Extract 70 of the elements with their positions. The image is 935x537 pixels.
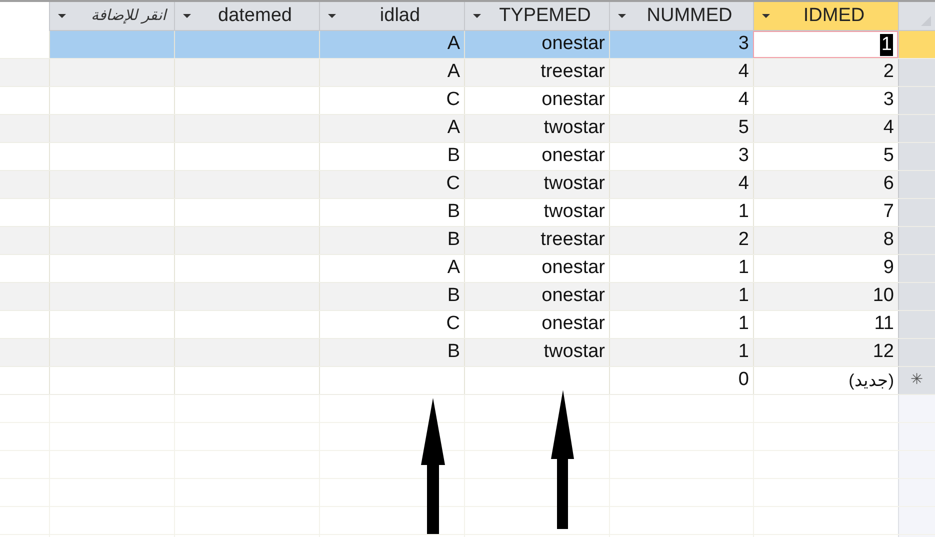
table-cell: 3 (609, 31, 753, 58)
table-cell: twostar (464, 115, 609, 142)
table-cell: 4 (609, 59, 753, 86)
table-cell: 1 (753, 31, 898, 58)
table-cell: C (319, 171, 464, 198)
table-row[interactable]: A onestar 1 9 (0, 255, 935, 283)
record-selector[interactable] (898, 199, 935, 226)
record-selector[interactable] (898, 227, 935, 254)
table-cell: 1 (609, 255, 753, 282)
table-cell: onestar (464, 311, 609, 338)
table-row[interactable]: B twostar 1 12 (0, 339, 935, 367)
table-cell: B (319, 199, 464, 226)
table-cell: A (319, 255, 464, 282)
table-cell: 0 (609, 367, 753, 394)
table-cell: 1 (609, 311, 753, 338)
table-cell: onestar (464, 143, 609, 170)
table-row[interactable]: C onestar 4 3 (0, 87, 935, 115)
table-cell: twostar (464, 339, 609, 366)
record-selector[interactable] (898, 87, 935, 114)
column-header[interactable]: datemed (174, 2, 319, 31)
new-record-marker: ✳ (898, 367, 935, 394)
table-cell: 4 (609, 171, 753, 198)
record-selector[interactable] (898, 339, 935, 366)
table-cell: C (319, 311, 464, 338)
table-cell: 1 (609, 283, 753, 310)
column-header[interactable]: idlad (319, 2, 464, 31)
table-row[interactable]: A treestar 4 2 (0, 59, 935, 87)
table-cell: C (319, 87, 464, 114)
record-selector[interactable] (898, 31, 935, 58)
column-header[interactable]: انقر للإضافة (49, 2, 174, 31)
table-cell: twostar (464, 199, 609, 226)
table-cell: A (319, 31, 464, 58)
table-cell: A (319, 59, 464, 86)
table-cell: B (319, 227, 464, 254)
column-header[interactable]: IDMED (753, 2, 898, 31)
table-cell: 1 (609, 339, 753, 366)
table-cell: treestar (464, 227, 609, 254)
table-cell: A (319, 115, 464, 142)
table-row[interactable]: A onestar 3 1 (0, 31, 935, 59)
table-cell: twostar (464, 171, 609, 198)
record-selector[interactable] (898, 143, 935, 170)
table-cell: B (319, 283, 464, 310)
table-cell: 4 (609, 87, 753, 114)
table-row[interactable]: B onestar 3 5 (0, 143, 935, 171)
table-row[interactable]: B treestar 2 8 (0, 227, 935, 255)
table-cell: B (319, 143, 464, 170)
column-header[interactable]: TYPEMED (464, 2, 609, 31)
table-cell: onestar (464, 255, 609, 282)
table-cell: 3 (609, 143, 753, 170)
record-selector[interactable] (898, 283, 935, 310)
table-cell: onestar (464, 283, 609, 310)
table-cell: treestar (464, 59, 609, 86)
column-header[interactable]: NUMMED (609, 2, 753, 31)
table-cell: 1 (609, 199, 753, 226)
record-selector[interactable] (898, 171, 935, 198)
table-row[interactable]: A twostar 5 4 (0, 115, 935, 143)
table-cell: 2 (609, 227, 753, 254)
table-cell: onestar (464, 31, 609, 58)
table-row[interactable]: C twostar 4 6 (0, 171, 935, 199)
table-row[interactable]: B twostar 1 7 (0, 199, 935, 227)
record-selector[interactable] (898, 255, 935, 282)
record-selector[interactable] (898, 59, 935, 86)
table-row[interactable]: B onestar 1 10 (0, 283, 935, 311)
corner-selector[interactable] (898, 2, 935, 31)
table-cell: 5 (609, 115, 753, 142)
table-cell: B (319, 339, 464, 366)
table-cell: onestar (464, 87, 609, 114)
record-selector[interactable] (898, 311, 935, 338)
record-selector[interactable] (898, 115, 935, 142)
table-row[interactable]: C onestar 1 11 (0, 311, 935, 339)
